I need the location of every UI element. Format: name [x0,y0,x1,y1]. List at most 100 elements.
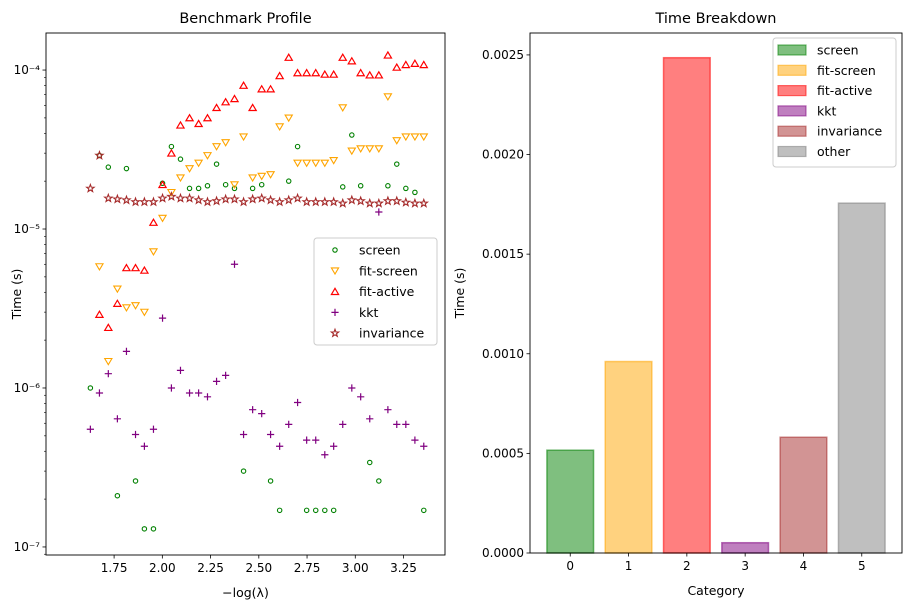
screen-point [141,526,148,532]
x-axis-label: Category [687,583,745,598]
chart-title: Time Breakdown [654,11,776,27]
invariance-point [373,197,385,208]
fit-screen-point [112,285,122,294]
fit-active-point [220,97,231,106]
legend-entry-invariance: invariance [777,124,883,139]
y-tick-label: 0.0010 [482,347,524,361]
fit-screen-point [202,152,213,160]
invariance-point [391,195,403,206]
fit-active-point [229,94,240,103]
y-tick-label: 0.0025 [482,48,524,62]
kkt-point [330,442,338,450]
bar-fit-active [662,56,711,554]
fit-screen-point [121,304,132,313]
series-invariance [85,149,430,208]
y-tick-label: 0.0000 [482,546,524,560]
fit-active-point [311,68,321,77]
y-tick-label: 0.0005 [482,446,524,460]
screen-point [339,184,346,190]
kkt-point [222,371,230,379]
legend: screen fit-screen fit-active kkt invariance o… [772,37,897,168]
fit-active-point [175,120,186,129]
fit-screen-point [365,145,375,154]
kkt-point [384,406,392,414]
screen-point [87,385,94,391]
invariance-point [418,197,430,208]
fit-active-point [374,70,384,79]
screen-point [294,143,301,150]
screen-point [357,183,364,189]
fit-active-point [257,84,267,93]
fit-active-point [383,50,393,59]
x-axis-label: −log(λ) [222,585,269,600]
screen-point [249,185,256,192]
kkt-point [348,384,356,392]
invariance-point [211,195,222,206]
kkt-point [420,442,428,450]
fit-active-point [184,113,195,122]
kkt-point [312,436,320,444]
screen-point [132,478,139,484]
invariance-point [382,195,394,206]
fit-screen-point [293,159,303,168]
screen-point [312,507,319,514]
screen-point [276,507,283,514]
kkt-point [402,420,410,429]
screen-point [240,468,247,474]
fit-screen-point [175,174,186,183]
screen-point [222,181,229,188]
kkt-point [285,420,293,429]
screen-point [195,185,202,192]
fit-active-point [112,299,123,307]
screen-point [403,185,409,192]
invariance-point [112,193,123,204]
fit-screen-point [157,214,168,223]
fit-active-point [329,69,339,78]
legend-label: fit-screen [817,63,876,78]
y-tick-label: 10⁻⁴ [14,63,41,77]
x-tick-label: 2.00 [149,561,176,575]
time-breakdown-chart: Time Breakdown Category Time (s) 0 1 2 3 4 5 0.00… [452,11,903,598]
fit-screen-point [302,159,312,168]
fit-active-point [338,53,348,61]
fit-screen-point [239,133,249,142]
invariance-point [301,196,312,207]
invariance-point [364,197,375,208]
screen-point [376,478,382,484]
fit-screen-point [257,172,267,181]
fit-screen-point [356,145,366,154]
screen-point [421,507,427,514]
x-tick-label: 5 [858,559,866,573]
screen-point [385,183,391,189]
x-tick-label: 3.00 [342,561,369,575]
invariance-point [274,196,285,207]
fit-active-point [202,113,213,122]
fit-active-point [275,71,285,80]
invariance-point [220,193,231,204]
fit-active-point [247,103,258,112]
fit-screen-point [347,147,357,156]
legend-patch-kkt [777,105,807,117]
kkt-point [167,384,176,392]
fit-active-point [193,119,204,128]
x-tick-label: 2.75 [294,561,321,575]
kkt-point [266,430,275,439]
screen-point [303,507,310,514]
legend-label: invariance [359,326,425,341]
invariance-point [238,196,249,207]
legend-label: screen [817,43,859,58]
kkt-point [258,410,266,418]
legend-patch-fit-screen [777,64,807,76]
fit-screen-point [148,248,159,257]
invariance-point [85,182,96,193]
fit-screen-point [338,104,348,112]
legend-patch-invariance [777,125,807,137]
fit-screen-point [103,357,113,366]
fit-active-point [211,103,222,112]
invariance-point [229,193,240,204]
fit-screen-point [275,123,285,132]
x-tick-label: 2.50 [245,561,272,575]
kkt-point [411,436,419,444]
screen-point [114,492,121,499]
y-tick-label: 10⁻⁵ [14,222,41,236]
